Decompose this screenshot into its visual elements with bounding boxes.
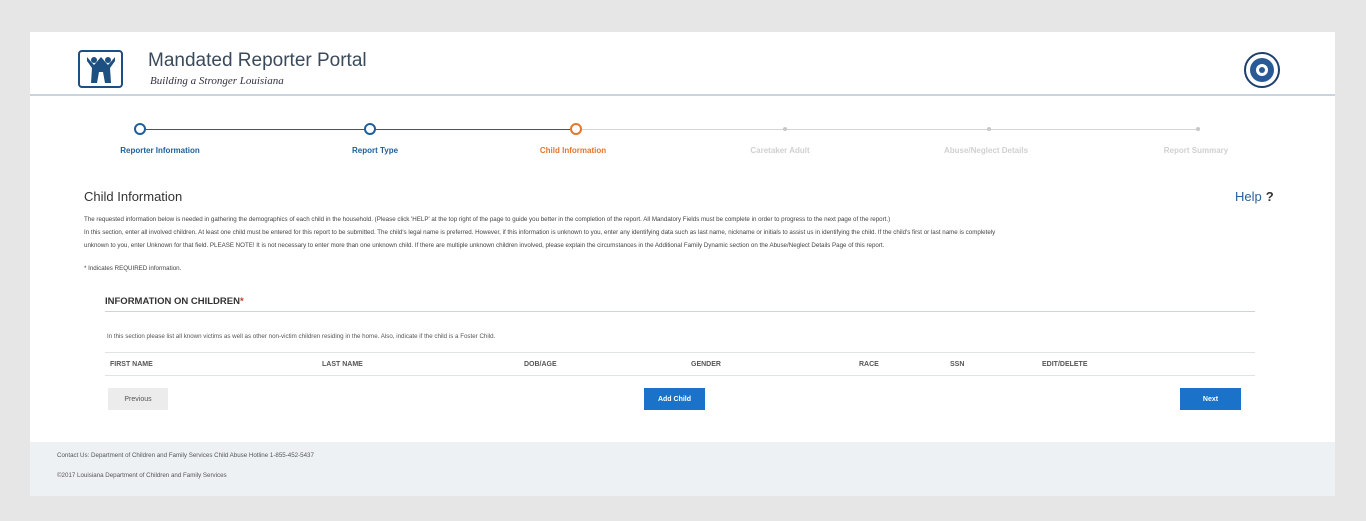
footer-copyright: ©2017 Louisiana Department of Children a… <box>57 472 227 479</box>
step-node-child-information <box>570 123 582 135</box>
portal-tagline: Building a Stronger Louisiana <box>150 75 284 87</box>
next-button[interactable]: Next <box>1180 388 1241 410</box>
instructions-text: The requested information below is neede… <box>84 213 1284 252</box>
previous-button[interactable]: Previous <box>108 388 168 410</box>
children-section-heading-text: INFORMATION ON CHILDREN <box>105 296 240 307</box>
portal-card: Mandated Reporter Portal Building a Stro… <box>30 32 1335 496</box>
step-label-caretaker-adult: Caretaker Adult <box>750 146 810 155</box>
step-node-reporter-information <box>134 123 146 135</box>
stepper-line-completed <box>140 129 575 130</box>
required-marker: * <box>239 296 244 307</box>
column-race: RACE <box>859 361 879 368</box>
required-note: * Indicates REQUIRED information. <box>84 265 182 272</box>
stepper-line-upcoming <box>575 129 1200 130</box>
portal-title: Mandated Reporter Portal <box>148 50 367 71</box>
instructions-line: unknown to you, enter Unknown for that f… <box>84 242 885 249</box>
column-edit-delete: EDIT/DELETE <box>1042 361 1088 368</box>
instructions-line: The requested information below is neede… <box>84 216 891 223</box>
step-label-child-information: Child Information <box>539 146 607 155</box>
children-section-description: In this section please list all known vi… <box>107 333 496 340</box>
step-node-report-type <box>364 123 376 135</box>
footer-contact: Contact Us: Department of Children and F… <box>57 452 314 459</box>
louisiana-seal-icon <box>1244 52 1280 88</box>
step-label-reporter-information[interactable]: Reporter Information <box>120 146 200 155</box>
help-link[interactable]: Help? <box>1235 189 1274 204</box>
column-last-name: LAST NAME <box>322 361 363 368</box>
portal-header: Mandated Reporter Portal Building a Stro… <box>30 32 1335 96</box>
step-node-abuse-neglect-details <box>987 127 991 131</box>
progress-stepper: Reporter Information Report Type Child I… <box>30 114 1335 164</box>
page-title: Child Information <box>84 189 183 204</box>
column-first-name: FIRST NAME <box>110 361 153 368</box>
step-label-report-type[interactable]: Report Type <box>352 146 398 155</box>
step-node-caretaker-adult <box>783 127 787 131</box>
children-section-heading: INFORMATION ON CHILDREN* <box>105 296 244 307</box>
children-table-header: FIRST NAME LAST NAME DOB/AGE GENDER RACE… <box>105 352 1255 376</box>
column-dob-age: DOB/AGE <box>524 361 557 368</box>
page-footer: Contact Us: Department of Children and F… <box>30 442 1335 496</box>
step-label-abuse-neglect-details: Abuse/Neglect Details <box>943 146 1029 155</box>
section-divider <box>105 311 1255 312</box>
step-node-report-summary <box>1196 127 1200 131</box>
help-question-icon: ? <box>1265 189 1274 204</box>
dcfs-logo-icon <box>78 50 123 88</box>
step-label-report-summary: Report Summary <box>1163 146 1229 155</box>
column-gender: GENDER <box>691 361 721 368</box>
add-child-button[interactable]: Add Child <box>644 388 705 410</box>
help-label: Help <box>1235 189 1262 204</box>
instructions-line: In this section, enter all involved chil… <box>84 229 996 236</box>
column-ssn: SSN <box>950 361 965 368</box>
